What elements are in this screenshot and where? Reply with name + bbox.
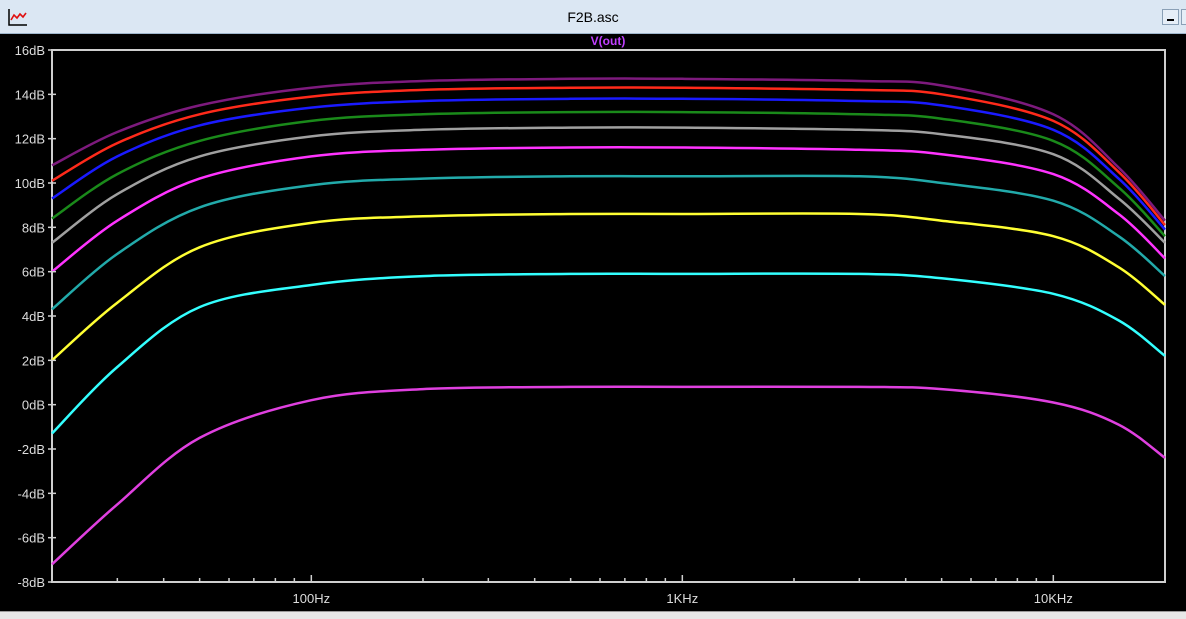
- y-tick-label: -8dB: [18, 575, 45, 590]
- y-tick-label: 10dB: [15, 176, 45, 191]
- y-tick-label: -2dB: [18, 442, 45, 457]
- y-tick-label: 12dB: [15, 132, 45, 147]
- y-tick-label: 4dB: [22, 309, 45, 324]
- plot-area[interactable]: V(out) 16dB 14dB 12dB 10dB 8dB 6dB 4dB 2dB 0dB -2…: [0, 34, 1186, 611]
- title-bar: F2B.asc: [0, 0, 1186, 34]
- maximize-button[interactable]: [1181, 9, 1186, 25]
- x-tick-label: 1KHz: [666, 591, 698, 606]
- x-tick-label: 100Hz: [293, 591, 331, 606]
- y-tick-label: 16dB: [15, 43, 45, 58]
- y-tick-label: 8dB: [22, 220, 45, 235]
- y-tick-label: 0dB: [22, 398, 45, 413]
- y-tick-label: 2dB: [22, 353, 45, 368]
- status-strip: [0, 611, 1186, 619]
- window-title: F2B.asc: [567, 9, 619, 25]
- y-tick-label: 6dB: [22, 265, 45, 280]
- minimize-icon: [1167, 19, 1174, 21]
- minimize-button[interactable]: [1162, 9, 1179, 25]
- y-tick-label: -6dB: [18, 531, 45, 546]
- chart-title[interactable]: V(out): [591, 34, 626, 48]
- y-tick-label: -4dB: [18, 486, 45, 501]
- y-tick-label: 14dB: [15, 87, 45, 102]
- x-tick-label: 10KHz: [1034, 591, 1073, 606]
